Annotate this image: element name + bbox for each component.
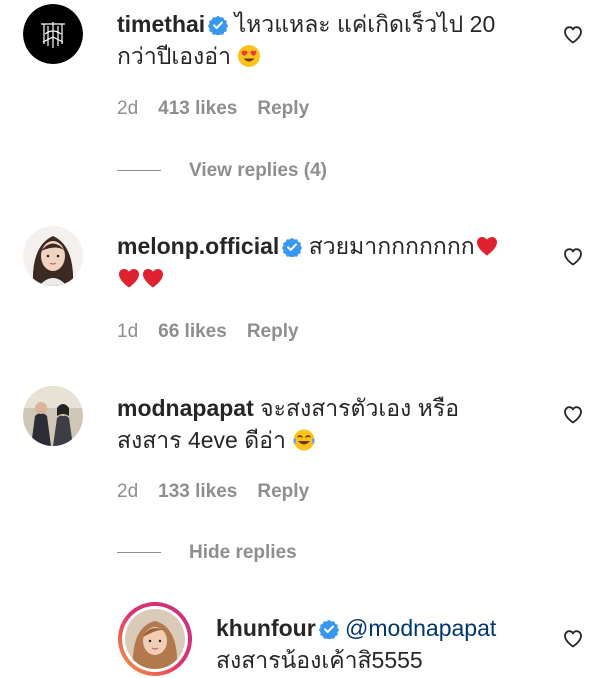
reply-button[interactable]: Reply: [257, 481, 309, 502]
comment-text-line: timethai ไหวแหละ แค่เกิดเร็วไป 20: [117, 8, 495, 40]
red-heart-emoji: [143, 269, 163, 288]
comment-text-line: [117, 262, 499, 294]
like-heart-icon[interactable]: [561, 22, 585, 46]
comment-body: timethai ไหวแหละ แค่เกิดเร็วไป 20 กว่าปี…: [117, 8, 495, 72]
comment-text: ไหวแหละ แค่เกิดเร็วไป 20: [234, 11, 496, 37]
likes-count[interactable]: 133 likes: [158, 481, 237, 502]
reply-text: สงสารน้องเค้าสิ5555: [216, 647, 423, 673]
comment-text-line: melonp.official สวยมากกกกกกก: [117, 230, 499, 262]
reply-text-line: khunfour @modnapapat: [216, 612, 496, 644]
comment-text: สวยมากกกกกกก: [308, 233, 475, 259]
avatar-khunfour[interactable]: [118, 602, 192, 676]
like-heart-icon[interactable]: [561, 402, 585, 426]
hide-replies-button[interactable]: Hide replies: [117, 542, 297, 566]
mention-link[interactable]: @modnapapat: [345, 615, 496, 641]
avatar-modnapapat[interactable]: [23, 386, 83, 446]
red-heart-emoji: [119, 269, 139, 288]
username[interactable]: timethai: [117, 11, 205, 37]
comment-body: melonp.official สวยมากกกกกกก: [117, 230, 499, 294]
reply-button[interactable]: Reply: [247, 321, 299, 342]
hide-replies-label: Hide replies: [189, 542, 297, 563]
comment-body: modnapapat จะสงสารตัวเอง หรือ สงสาร 4eve…: [117, 392, 459, 456]
comment-text-line: modnapapat จะสงสารตัวเอง หรือ: [117, 392, 459, 424]
comment-meta: 2d 133 likes Reply: [117, 481, 329, 503]
view-replies-button[interactable]: View replies (4): [117, 160, 327, 184]
like-heart-icon[interactable]: [561, 626, 585, 650]
likes-count[interactable]: 413 likes: [158, 98, 237, 119]
view-replies-label: View replies (4): [189, 160, 327, 181]
red-heart-emoji: [476, 237, 497, 256]
username[interactable]: modnapapat: [117, 395, 254, 421]
avatar-timethai[interactable]: [23, 4, 83, 64]
comment-text: สงสาร 4eve ดีอ่า: [117, 427, 286, 453]
reply-text-line: สงสารน้องเค้าสิ5555: [216, 644, 496, 676]
username[interactable]: khunfour: [216, 615, 316, 641]
username[interactable]: melonp.official: [117, 233, 279, 259]
comment-text-line: สงสาร 4eve ดีอ่า: [117, 424, 459, 456]
verified-badge-icon: [208, 15, 229, 35]
replies-divider: [117, 552, 161, 554]
like-heart-icon[interactable]: [561, 244, 585, 268]
comment-timestamp: 1d: [117, 321, 139, 342]
verified-badge-icon: [282, 237, 303, 257]
comment-text: กว่าปีเองอ่า: [117, 43, 231, 69]
reply-button[interactable]: Reply: [257, 98, 309, 119]
tears-of-joy-emoji: [293, 429, 315, 451]
comment-meta: 1d 66 likes Reply: [117, 321, 319, 343]
comment-text: จะสงสารตัวเอง หรือ: [260, 395, 460, 421]
comment-text-line: กว่าปีเองอ่า: [117, 40, 495, 72]
likes-count[interactable]: 66 likes: [158, 321, 227, 342]
comment-timestamp: 2d: [117, 481, 139, 502]
comment-timestamp: 2d: [117, 98, 139, 119]
heart-eyes-emoji: [238, 45, 261, 67]
avatar-melonp[interactable]: [23, 226, 83, 286]
comment-meta: 2d 413 likes Reply: [117, 98, 329, 120]
replies-divider: [117, 170, 161, 172]
reply-body: khunfour @modnapapat สงสารน้องเค้าสิ5555: [216, 612, 496, 676]
verified-badge-icon: [318, 619, 339, 639]
